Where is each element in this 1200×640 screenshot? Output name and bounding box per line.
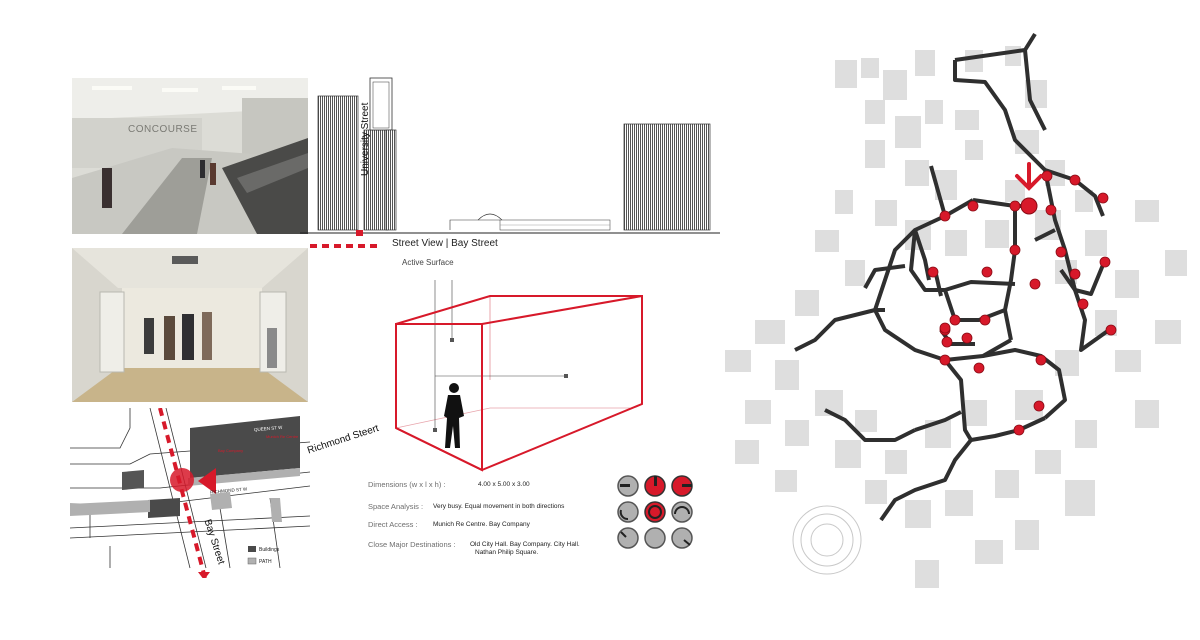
diag-left-icon bbox=[617, 527, 639, 549]
tower-left bbox=[317, 95, 359, 231]
icon-row-2 bbox=[617, 501, 693, 523]
stadium bbox=[792, 505, 862, 575]
person-silhouette bbox=[444, 383, 464, 448]
elevation-caption: Street View | Bay Street bbox=[392, 238, 498, 249]
location-marker bbox=[170, 468, 194, 492]
building-block-3 bbox=[122, 470, 144, 490]
corridor-photo bbox=[72, 248, 308, 402]
direct-access-label: Direct Access : bbox=[368, 520, 418, 529]
concourse-photo: CONCOURSE bbox=[72, 78, 308, 234]
richmond-street-label: Richmond Steert bbox=[306, 422, 381, 457]
direct-access-value: Munich Re Centre. Bay Company bbox=[433, 521, 530, 528]
svg-text:Bay Company: Bay Company bbox=[218, 448, 243, 453]
building-block-2 bbox=[148, 498, 180, 518]
destinations-value: Old City Hall. Bay Company. City Hall. bbox=[470, 541, 580, 548]
concourse-sign: CONCOURSE bbox=[128, 124, 198, 135]
space-analysis-value: Very busy. Equal movement in both direct… bbox=[433, 503, 565, 510]
selected-node bbox=[1020, 197, 1038, 215]
blank-icon bbox=[644, 527, 666, 549]
path-network-map bbox=[725, 32, 1187, 588]
destinations-label: Close Major Destinations : bbox=[368, 540, 456, 549]
icon-row-1 bbox=[617, 475, 693, 497]
svg-text:Munich Re Centre: Munich Re Centre bbox=[266, 434, 299, 439]
dimensions-value: 4.00 x 5.00 x 3.00 bbox=[478, 481, 530, 488]
destinations-value-2: Nathan Philip Square. bbox=[475, 549, 539, 556]
dimensions-label: Dimensions (w x l x h) : bbox=[368, 480, 446, 489]
legend-path: PATH bbox=[259, 559, 272, 565]
active-surface-label: Active Surface bbox=[402, 258, 454, 267]
university-street-label: University Street bbox=[360, 102, 371, 176]
legend-buildings: Buildings bbox=[259, 547, 280, 553]
active-surface-box bbox=[395, 280, 643, 472]
icon-row-3 bbox=[617, 527, 693, 549]
analysis-icon-grid bbox=[617, 475, 693, 549]
space-analysis-label: Space Analysis : bbox=[368, 502, 424, 511]
street-marker bbox=[356, 230, 363, 236]
tower-right bbox=[623, 123, 711, 231]
